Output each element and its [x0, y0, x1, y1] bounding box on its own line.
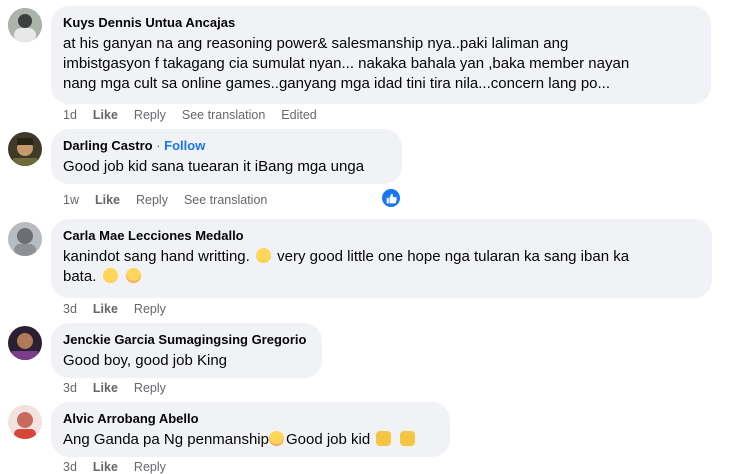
comment-bubble: Jenckie Garcia Sumagingsing Gregorio Goo… [51, 323, 322, 378]
like-button[interactable]: Like [93, 460, 118, 474]
like-button[interactable]: Like [93, 381, 118, 395]
comment-time[interactable]: 1w [63, 193, 79, 207]
comment-actions: 3d Like Reply [63, 381, 182, 395]
thumbs-up-icon [386, 193, 397, 203]
separator-dot: · [156, 138, 161, 153]
comment-text-segment: Ang Ganda pa Ng penmanship [63, 431, 269, 448]
avatar[interactable] [8, 405, 42, 439]
comment-bubble: Carla Mae Lecciones Medallo kanindot san… [51, 219, 712, 298]
follow-button[interactable]: Follow [164, 138, 205, 153]
avatar[interactable] [8, 8, 42, 42]
avatar[interactable] [8, 222, 42, 256]
comment-text: Ang Ganda pa Ng penmanship Good job kid [63, 430, 438, 450]
reply-button[interactable]: Reply [134, 460, 166, 474]
comment-bubble: Darling Castro · Follow Good job kid san… [51, 129, 402, 184]
comment-author[interactable]: Alvic Arrobang Abello [63, 410, 438, 427]
comment-author[interactable]: Jenckie Garcia Sumagingsing Gregorio [63, 331, 310, 348]
comment-text-line: at his ganyan na ang reasoning power& sa… [63, 35, 569, 52]
like-button[interactable]: Like [93, 302, 118, 316]
flexed-biceps-icon [376, 431, 392, 446]
comment-author-line: Darling Castro · Follow [63, 137, 390, 154]
comment-text: Good job kid sana tuearan it iBang mga u… [63, 158, 365, 175]
comment-text-line: kanindot sang hand writting. very good l… [63, 247, 700, 267]
comment-text-segment: Good job kid [285, 431, 371, 448]
like-button[interactable]: Like [95, 193, 120, 207]
comment-actions: 3d Like Reply [63, 302, 182, 316]
comment-actions: 1w Like Reply See translation [63, 193, 283, 207]
avatar[interactable] [8, 326, 42, 360]
like-reaction-icon[interactable] [380, 187, 402, 209]
comment-bubble: Alvic Arrobang Abello Ang Ganda pa Ng pe… [51, 402, 450, 457]
comment-actions: 3d Like Reply [63, 460, 182, 474]
ok-hand-icon [399, 431, 415, 446]
comment-time[interactable]: 3d [63, 460, 77, 474]
comment-bubble: Kuys Dennis Untua Ancajas at his ganyan … [51, 6, 711, 104]
avatar[interactable] [8, 132, 42, 166]
comment-author[interactable]: Kuys Dennis Untua Ancajas [63, 14, 699, 31]
reply-button[interactable]: Reply [134, 381, 166, 395]
comment-author[interactable]: Darling Castro [63, 138, 153, 153]
comment-text: at his ganyan na ang reasoning power& sa… [63, 34, 699, 94]
smiling-face-with-hearts-icon [268, 431, 284, 446]
comment-text-segment: very good little one hope nga tularan ka… [277, 248, 630, 265]
edited-label: Edited [281, 108, 317, 122]
comment-text-line: nang mga cult sa online games..ganyang m… [63, 75, 611, 92]
comment-actions: 1d Like Reply See translation Edited [63, 108, 333, 122]
see-translation-link[interactable]: See translation [182, 108, 265, 122]
reply-button[interactable]: Reply [134, 108, 166, 122]
comment-text-line: bata. [63, 267, 700, 287]
comment-text: Good boy, good job King [63, 352, 228, 369]
smiling-face-with-hearts-icon [125, 268, 141, 283]
comment-text-line: imbistgasyon f takagang cia sumulat nyan… [63, 55, 630, 72]
comment-text: kanindot sang hand writting. very good l… [63, 247, 700, 287]
comment-text-segment: bata. [63, 268, 97, 285]
reply-button[interactable]: Reply [134, 302, 166, 316]
comment-time[interactable]: 3d [63, 381, 77, 395]
comment-time[interactable]: 1d [63, 108, 77, 122]
like-button[interactable]: Like [93, 108, 118, 122]
reply-button[interactable]: Reply [136, 193, 168, 207]
smiling-face-icon [102, 268, 118, 283]
comment-time[interactable]: 3d [63, 302, 77, 316]
comment-text-segment: kanindot sang hand writting. [63, 248, 250, 265]
grinning-face-icon [255, 248, 271, 263]
comment-author[interactable]: Carla Mae Lecciones Medallo [63, 227, 700, 244]
see-translation-link[interactable]: See translation [184, 193, 267, 207]
